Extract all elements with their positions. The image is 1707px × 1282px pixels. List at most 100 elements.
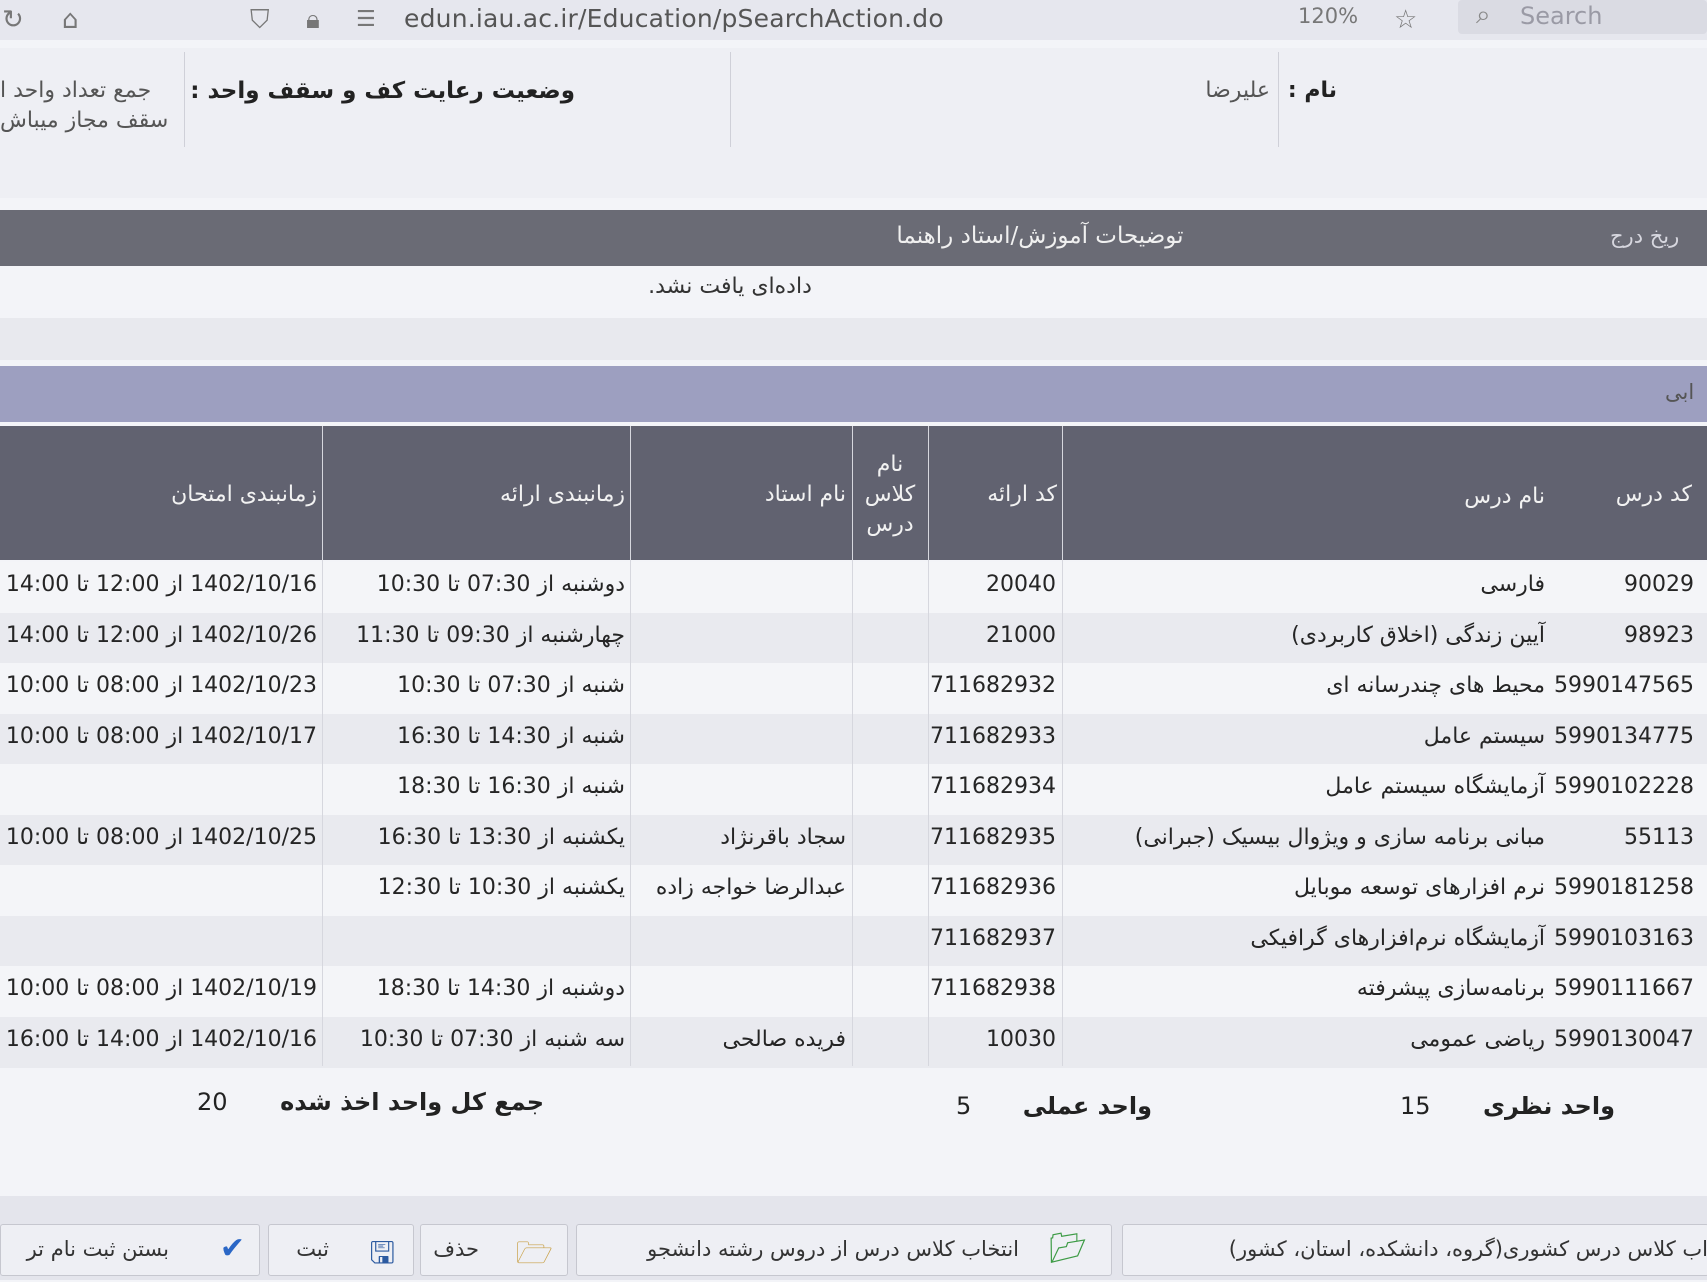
search-input[interactable]: ⌕ Search xyxy=(1458,0,1707,34)
cell-offer-code: 711682936 xyxy=(930,875,1056,900)
cell-course-name: ریاضی عمومی xyxy=(1410,1026,1545,1052)
table-row[interactable]: 5990103163 آزمایشگاه نرم‌افزارهای گرافیکی… xyxy=(0,915,1707,967)
url-bar[interactable]: edun.iau.ac.ir/Education/pSearchAction.d… xyxy=(404,4,944,33)
close-registration-button[interactable]: ✔ بستن ثبت نام تر xyxy=(0,1224,260,1276)
divider xyxy=(1278,52,1279,147)
separator-row xyxy=(0,318,1707,360)
cell-course-name: سیستم عامل xyxy=(1423,723,1545,749)
cell-offer-code: 711682937 xyxy=(930,925,1056,951)
home-icon[interactable]: ⌂ xyxy=(62,6,79,34)
column-divider xyxy=(928,426,929,1066)
th-exam: زمانبندی امتحان xyxy=(171,482,317,507)
cell-offer-code: 21000 xyxy=(986,622,1056,648)
practical-units-value: 5 xyxy=(956,1092,972,1120)
select-class-label: انتخاب کلاس درس از دروس رشته دانشجو xyxy=(647,1237,1019,1261)
save-label: ثبت xyxy=(296,1237,329,1261)
divider xyxy=(730,52,731,147)
browser-toolbar: ↻ ⌂ ⛉ 🔒︎ ☰ edun.iau.ac.ir/Education/pSea… xyxy=(0,0,1707,40)
theory-units-value: 15 xyxy=(1400,1092,1431,1120)
column-divider xyxy=(322,426,323,1066)
th-class-name: نام کلاس درس xyxy=(864,452,916,537)
unit-sum-label: جمع تعداد واحد ا xyxy=(0,78,152,103)
cell-offer-code: 10030 xyxy=(986,1026,1056,1052)
notes-header-bar: توضیحات آموزش/استاد راهنما ریخ درج xyxy=(0,210,1707,266)
cell-teacher: عبدالرضا خواجه زاده xyxy=(655,875,846,900)
reload-icon[interactable]: ↻ xyxy=(2,6,24,34)
cell-course-code: 5990181258 xyxy=(1554,875,1694,900)
student-info-panel xyxy=(0,48,1707,198)
courses-table-header: کد درس نام درس کد ارائه نام کلاس درس نام… xyxy=(0,426,1707,560)
section-label: ابی xyxy=(1665,380,1695,404)
table-row[interactable]: 5990181258 نرم افزارهای توسعه موبایل 71168… xyxy=(0,865,1707,916)
floppy-disk-icon: 🖫︎ xyxy=(369,1236,395,1271)
table-row[interactable]: 5990102228 آزمایشگاه سیستم عامل 711682934 ش… xyxy=(0,764,1707,815)
cell-offer-code: 711682934 xyxy=(930,774,1056,799)
unit-ceiling-label: سقف مجاز میباش xyxy=(0,108,169,133)
zoom-level[interactable]: 120% xyxy=(1298,4,1358,28)
cell-teacher: سجاد باقرنژاد xyxy=(720,824,846,850)
notes-title: توضیحات آموزش/استاد راهنما xyxy=(896,223,1184,249)
cell-teacher: فریده صالحی xyxy=(722,1026,846,1052)
cell-offer-code: 711682933 xyxy=(930,723,1056,749)
column-divider xyxy=(852,426,853,1066)
delete-button[interactable]: 🗁︎ حذف xyxy=(420,1224,568,1276)
national-class-button[interactable]: اب کلاس درس کشوری(گروه، دانشکده، استان، … xyxy=(1122,1224,1707,1276)
folder-add-icon: 📂︎ xyxy=(1048,1231,1087,1266)
cell-schedule: دوشنبه از 07:30 تا 10:30 xyxy=(376,572,625,597)
no-data-message: داده‌ای یافت نشد. xyxy=(648,274,812,299)
cell-course-code: 5990147565 xyxy=(1554,673,1694,698)
cell-course-code: 55113 xyxy=(1624,824,1694,850)
table-row[interactable]: 90029 فارسی 20040 دوشنبه از 07:30 تا 10:30 1… xyxy=(0,562,1707,613)
theory-units-label: واحد نظری xyxy=(1483,1092,1615,1120)
cell-schedule: شنبه از 16:30 تا 18:30 xyxy=(397,774,625,799)
cell-course-code: 90029 xyxy=(1624,572,1694,597)
cell-course-code: 98923 xyxy=(1624,622,1694,648)
cell-schedule: دوشنبه از 14:30 تا 18:30 xyxy=(376,976,625,1001)
column-divider xyxy=(1062,426,1063,1066)
delete-label: حذف xyxy=(433,1237,479,1261)
bookmark-star-icon[interactable]: ☆ xyxy=(1394,6,1417,34)
notes-date-header: ریخ درج xyxy=(1610,224,1680,248)
cell-offer-code: 711682938 xyxy=(930,976,1056,1001)
cell-offer-code: 711682932 xyxy=(930,673,1056,698)
close-registration-label: بستن ثبت نام تر xyxy=(26,1237,169,1261)
shield-icon[interactable]: ⛉ xyxy=(250,6,270,34)
table-row[interactable]: 5990134775 سیستم عامل 711682933 شنبه از 14:… xyxy=(0,713,1707,765)
table-row[interactable]: 5990111667 برنامه‌سازی پیشرفته 711682938 دو… xyxy=(0,966,1707,1017)
cell-schedule: شنبه از 14:30 تا 16:30 xyxy=(397,723,625,749)
cell-course-name: آزمایشگاه سیستم عامل xyxy=(1325,774,1545,799)
cell-course-name: برنامه‌سازی پیشرفته xyxy=(1356,976,1545,1001)
cell-course-name: محیط های چندرسانه ای xyxy=(1326,673,1545,698)
table-row[interactable]: 55113 مبانی برنامه سازی و ویژوال بیسیک (ج… xyxy=(0,814,1707,866)
save-button[interactable]: 🖫︎ ثبت xyxy=(268,1224,414,1276)
total-units-value: 20 xyxy=(197,1088,228,1116)
name-label: نام : xyxy=(1287,78,1337,103)
table-row[interactable]: 98923 آیین زندگی (اخلاق کاربردی) 21000 چهار… xyxy=(0,612,1707,664)
cell-course-code: 5990134775 xyxy=(1554,723,1694,749)
lock-icon[interactable]: 🔒︎ xyxy=(306,6,320,34)
unit-status-label: وضعیت رعایت کف و سقف واحد : xyxy=(190,78,575,104)
table-row[interactable]: 5990130047 ریاضی عمومی 10030 فریده صالحی سه … xyxy=(0,1016,1707,1068)
table-row[interactable]: 5990147565 محیط های چندرسانه ای 711682932 ش… xyxy=(0,663,1707,714)
cell-course-code: 5990130047 xyxy=(1554,1026,1694,1052)
name-value: علیرضا xyxy=(1205,78,1270,103)
search-placeholder: Search xyxy=(1520,2,1603,30)
th-course-name: نام درس xyxy=(1464,484,1545,509)
select-class-button[interactable]: 📂︎ انتخاب کلاس درس از دروس رشته دانشجو xyxy=(576,1224,1112,1276)
cell-exam: 1402/10/16 از 14:00 تا 16:00 xyxy=(5,1026,317,1052)
cell-exam: 1402/10/17 از 08:00 تا 10:00 xyxy=(5,723,317,749)
folder-remove-icon: 🗁︎ xyxy=(515,1236,553,1271)
cell-schedule: یکشنبه از 13:30 تا 16:30 xyxy=(377,824,625,850)
th-schedule: زمانبندی ارائه xyxy=(499,482,625,507)
cell-exam: 1402/10/26 از 12:00 تا 14:00 xyxy=(5,622,317,648)
cell-course-name: آیین زندگی (اخلاق کاربردی) xyxy=(1291,622,1545,648)
cell-offer-code: 711682935 xyxy=(930,824,1056,850)
cell-schedule: یکشنبه از 10:30 تا 12:30 xyxy=(377,875,625,900)
checkmark-icon: ✔ xyxy=(219,1231,245,1266)
national-class-label: اب کلاس درس کشوری(گروه، دانشکده، استان، … xyxy=(1228,1237,1707,1261)
cell-course-name: آزمایشگاه نرم‌افزارهای گرافیکی xyxy=(1250,925,1545,951)
cell-exam: 1402/10/19 از 08:00 تا 10:00 xyxy=(5,976,317,1001)
cell-course-name: نرم افزارهای توسعه موبایل xyxy=(1294,875,1545,900)
cell-course-code: 5990111667 xyxy=(1554,976,1694,1001)
permissions-icon[interactable]: ☰ xyxy=(356,6,376,34)
